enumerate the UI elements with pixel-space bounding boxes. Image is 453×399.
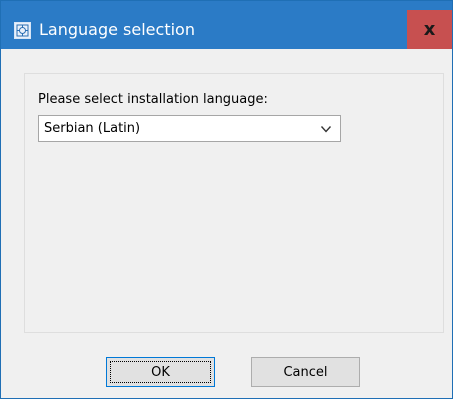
cancel-button-label: Cancel (283, 365, 328, 380)
language-prompt-label: Please select installation language: (38, 92, 268, 107)
title-bar: Language selection x (1, 1, 452, 49)
content-panel (24, 73, 444, 333)
close-icon: x (423, 19, 436, 40)
ok-button[interactable]: OK (106, 357, 215, 387)
installer-icon (14, 22, 31, 39)
chevron-down-icon (320, 126, 332, 133)
language-select-value: Serbian (Latin) (44, 121, 141, 136)
language-selection-dialog: Language selection x Please select insta… (0, 0, 453, 399)
close-button[interactable]: x (407, 10, 452, 49)
language-select[interactable]: Serbian (Latin) (38, 115, 341, 142)
window-title: Language selection (39, 20, 195, 39)
cancel-button[interactable]: Cancel (251, 357, 360, 387)
ok-button-label: OK (151, 365, 170, 380)
